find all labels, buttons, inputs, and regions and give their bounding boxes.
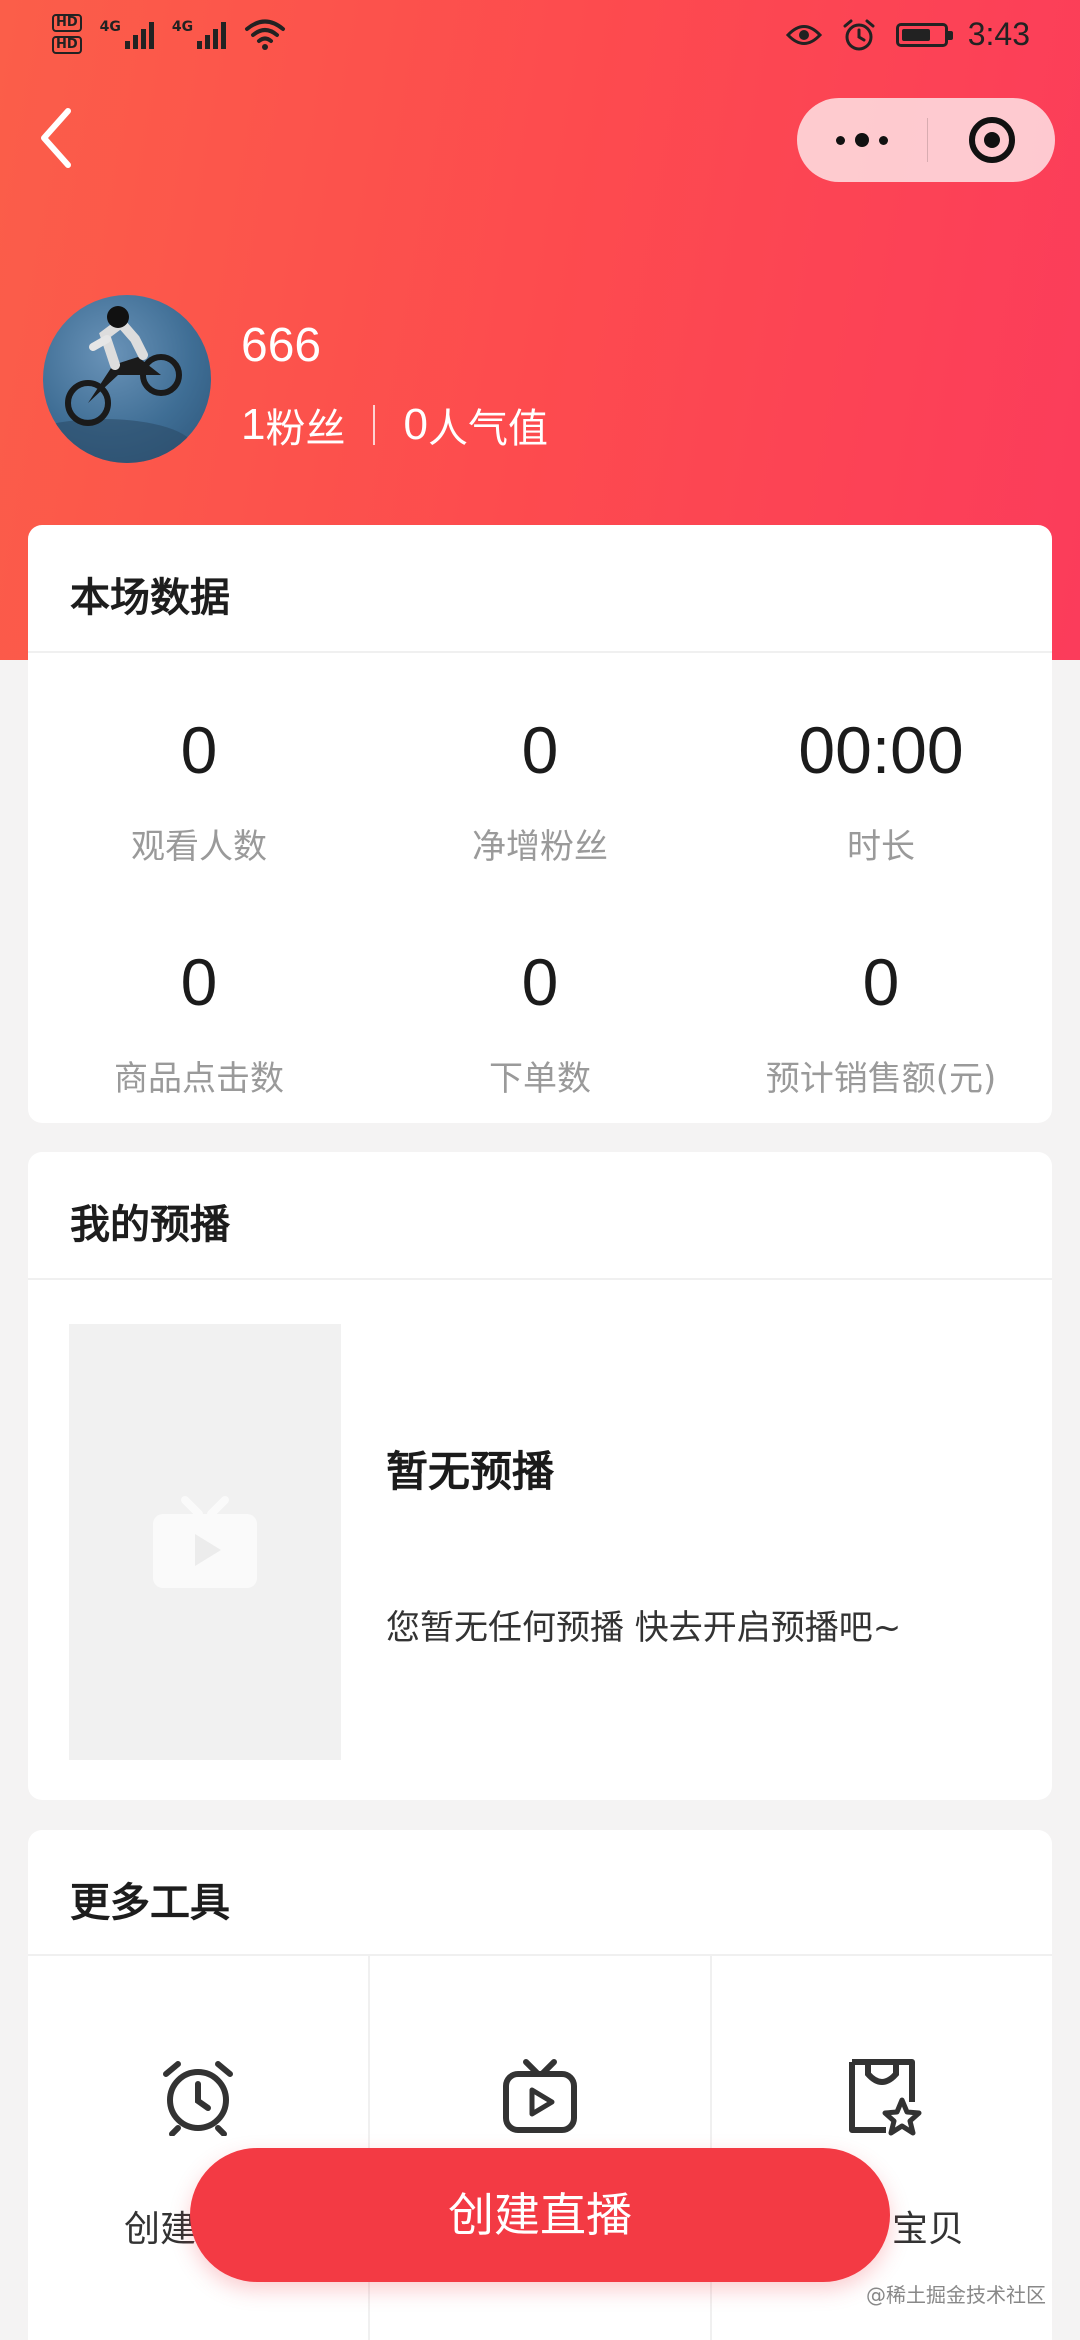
- fans-label: 粉丝: [265, 406, 346, 452]
- clock-time: 3:43: [967, 16, 1030, 52]
- hd-badge: HD: [52, 36, 82, 54]
- chevron-left-icon[interactable]: [36, 105, 76, 171]
- username: 666: [241, 319, 322, 372]
- target-icon[interactable]: [928, 114, 1055, 166]
- metric-duration: 00:00 时长: [710, 715, 1052, 868]
- battery-icon: [895, 22, 953, 47]
- popularity-count: 0: [403, 400, 428, 449]
- avatar[interactable]: [43, 295, 211, 463]
- tools-title: 更多工具: [70, 1880, 230, 1926]
- metric-value: 0: [180, 713, 218, 787]
- popularity-label: 人气值: [427, 406, 548, 452]
- metric-label: 净增粉丝: [472, 827, 608, 867]
- metric-label: 下单数: [489, 1059, 591, 1099]
- session-data-card: 本场数据 0 观看人数 0 净增粉丝 00:00 时长 0 商品点击数 0 下单…: [28, 525, 1052, 1123]
- metric-label: 商品点击数: [114, 1059, 284, 1099]
- create-live-button[interactable]: 创建直播: [190, 2148, 890, 2282]
- alarm-icon: [843, 19, 875, 50]
- metric-value: 0: [180, 945, 218, 1019]
- metric-estimated-sales: 0 预计销售额(元): [710, 947, 1052, 1100]
- signal-icon: 4G: [100, 19, 154, 49]
- watermark: @稀土掘金技术社区: [866, 2282, 1046, 2308]
- preview-title: 我的预播: [70, 1202, 230, 1248]
- more-dots-icon[interactable]: [797, 133, 927, 147]
- metric-viewers: 0 观看人数: [28, 715, 370, 868]
- bag-star-icon: [849, 2059, 922, 2136]
- divider: [28, 1278, 1052, 1280]
- preview-card: 我的预播 暂无预播 您暂无任何预播 快去开启预播吧~: [28, 1152, 1052, 1800]
- preview-thumbnail[interactable]: [69, 1324, 341, 1760]
- fans-count: 1: [241, 400, 266, 449]
- empty-preview-title: 暂无预播: [386, 1447, 555, 1496]
- metric-value: 00:00: [798, 713, 964, 787]
- hd-badges: HD HD: [52, 14, 82, 54]
- session-data-title: 本场数据: [70, 575, 230, 621]
- metric-label: 时长: [847, 827, 915, 867]
- mini-program-capsule: [797, 98, 1055, 182]
- tv-play-icon: [503, 2059, 577, 2133]
- network-type-label: 4G: [99, 19, 121, 35]
- metric-value: 0: [862, 945, 900, 1019]
- video-icon: [153, 1496, 257, 1588]
- divider: [28, 651, 1052, 653]
- empty-preview-desc: 您暂无任何预播 快去开启预播吧~: [386, 1608, 902, 1648]
- stats-separator: [373, 405, 376, 445]
- network-type-label: 4G: [171, 19, 194, 35]
- wifi-icon: [245, 19, 286, 50]
- metric-orders: 0 下单数: [369, 947, 711, 1100]
- watermark-text: @稀土掘金技术社区: [866, 2283, 1046, 2307]
- metric-label: 观看人数: [131, 827, 267, 867]
- metric-label: 预计销售额(元): [765, 1059, 997, 1099]
- hd-badge: HD: [52, 14, 82, 32]
- metric-product-clicks: 0 商品点击数: [28, 947, 370, 1100]
- profile-stats: 1 粉丝 0 人气值: [241, 396, 548, 454]
- metric-value: 0: [521, 713, 559, 787]
- metric-value: 0: [521, 945, 559, 1019]
- alarm-clock-icon: [163, 2061, 233, 2136]
- signal-icon: 4G: [171, 19, 227, 49]
- status-bar: HD HD 4G 4G 3:43: [0, 14, 1080, 64]
- eye-icon: [785, 24, 822, 45]
- metric-new-fans: 0 净增粉丝: [369, 715, 711, 868]
